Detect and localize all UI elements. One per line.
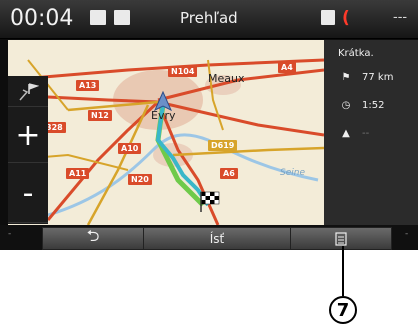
menu-list-icon (335, 231, 347, 246)
warning-icon: ▲ (342, 128, 350, 139)
menu-button[interactable] (290, 227, 392, 250)
minus-icon: - (22, 175, 34, 211)
nav-screen: 00:04 Prehľad ( --- N104 A4 A13 N12 A10 … (0, 0, 418, 250)
route-distance: 77 km (362, 72, 394, 83)
route-info-panel: Krátka. ⚑ 77 km ◷ 1:52 ▲ -- (324, 40, 418, 225)
side-mark-left: - (8, 229, 12, 239)
traffic-row: ▲ -- (338, 128, 369, 139)
page-title: Prehľad (180, 9, 238, 27)
city-label: Evry (151, 109, 176, 122)
route-duration: 1:52 (362, 100, 385, 111)
road-label: A13 (76, 80, 100, 91)
back-arrow-icon: ⮌ (86, 226, 100, 245)
road-label: N12 (88, 110, 112, 121)
river-label: Seine (280, 168, 305, 178)
notification-icon[interactable] (321, 10, 335, 25)
clock: 00:04 (10, 6, 74, 31)
callout-line (342, 246, 344, 296)
road-label: A4 (278, 62, 296, 73)
route-mode: Krátka. (338, 48, 374, 59)
callout-marker: 7 (329, 296, 357, 324)
road-label: N104 (168, 66, 198, 77)
go-button-label: Ísť (209, 231, 225, 246)
signal-indicator: --- (393, 10, 408, 25)
bottom-bar: - ⮌ Ísť - (0, 225, 418, 250)
road-label: D619 (208, 140, 238, 151)
map-controls: + - (8, 76, 48, 224)
zoom-in-button[interactable]: + (8, 108, 48, 163)
back-button[interactable]: ⮌ (42, 226, 144, 250)
plus-icon: + (15, 117, 41, 153)
duration-row: ◷ 1:52 (338, 100, 385, 111)
status-bar: 00:04 Prehľad ( --- (0, 0, 418, 39)
road-label: A6 (220, 168, 238, 179)
media-icon[interactable] (114, 10, 130, 25)
route-flag-icon (19, 83, 39, 101)
zoom-out-button[interactable]: - (8, 164, 48, 223)
road-label: A10 (118, 143, 142, 154)
road-label: A11 (66, 168, 90, 179)
city-label: Meaux (208, 72, 245, 85)
side-mark-right: - (405, 229, 409, 239)
road-label: N20 (128, 174, 152, 185)
checkered-flag-icon: ⚑ (341, 72, 351, 83)
route-view-button[interactable] (8, 78, 48, 107)
clock-icon: ◷ (341, 100, 351, 111)
route-traffic: -- (362, 128, 370, 139)
go-button[interactable]: Ísť (143, 227, 291, 250)
map-view[interactable]: N104 A4 A13 N12 A10 A6 D619 A11 N20 328 … (8, 40, 324, 225)
distance-row: ⚑ 77 km (338, 72, 394, 83)
map-book-icon[interactable] (90, 10, 106, 25)
phone-icon[interactable]: ( (342, 8, 350, 28)
